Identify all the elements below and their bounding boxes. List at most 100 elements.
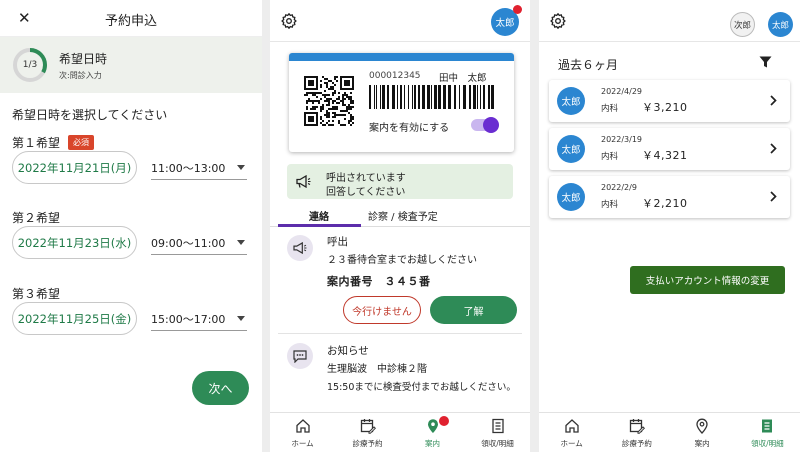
history-item[interactable]: 太郎 2022/4/29 内科 ￥3,210: [549, 80, 790, 122]
visit-date: 2022/4/29: [601, 87, 643, 96]
app-header: ✕ 予約申込: [0, 0, 262, 37]
nav-label: 診療予約: [352, 439, 383, 448]
ok-button[interactable]: 了解: [430, 296, 517, 324]
history-item[interactable]: 太郎 2022/2/9 内科 ￥2,210: [549, 176, 790, 218]
patient-card: 000012345 田中 太郎 案内を有効にする: [289, 53, 514, 152]
nav-home[interactable]: ホーム: [539, 413, 604, 452]
tab-schedule[interactable]: 診察 / 検査予定: [368, 208, 438, 223]
guidance-screen: 太郎 000012345 田中 太郎 案内を有効にする 呼出されています 回答し…: [270, 0, 530, 452]
avatar: 太郎: [557, 87, 585, 115]
preference-1: 第１希望 必須 2022年11月21日(月) 11:00～13:00: [12, 134, 257, 184]
home-icon: [564, 419, 579, 433]
history-item[interactable]: 太郎 2022/3/19 内科 ￥4,321: [549, 128, 790, 170]
nav-label: ホーム: [560, 439, 583, 448]
toggle-label: 案内を有効にする: [369, 123, 450, 134]
visit-date: 2022/3/19: [601, 135, 643, 144]
time-select[interactable]: 11:00～13:00: [151, 156, 247, 180]
nav-guide[interactable]: 案内: [400, 413, 465, 452]
department: 内科: [601, 152, 619, 162]
call-line-1: 呼出されています: [326, 173, 406, 184]
preference-label: 第２希望: [12, 211, 61, 225]
preference-label: 第１希望: [12, 136, 61, 150]
page-title: 予約申込: [104, 14, 157, 29]
app-header: 次郎 太郎: [539, 0, 800, 42]
gear-icon[interactable]: [550, 13, 566, 29]
dropdown-arrow-icon: [237, 316, 245, 321]
visit-date: 2022/2/9: [601, 183, 637, 192]
history-title: 過去６ヶ月: [558, 58, 619, 72]
nav-guide[interactable]: 案内: [670, 413, 735, 452]
time-select[interactable]: 15:00～17:00: [151, 307, 247, 331]
chevron-right-icon: [770, 191, 777, 202]
time-select[interactable]: 09:00～11:00: [151, 231, 247, 255]
nav-reservation[interactable]: 診療予約: [604, 413, 669, 452]
step-count: 1/3: [22, 60, 38, 70]
time-select-value: 15:00～17:00: [151, 312, 226, 326]
calendar-edit-icon: [629, 419, 645, 434]
avatar-primary[interactable]: 太郎: [768, 12, 793, 37]
filter-icon[interactable]: [759, 56, 772, 68]
instruction-text: 希望日時を選択してください: [12, 108, 168, 122]
next-button[interactable]: 次へ: [192, 371, 249, 405]
location-pin-icon: [696, 418, 708, 434]
barcode: [369, 85, 494, 109]
home-icon: [295, 419, 310, 433]
department: 内科: [601, 200, 619, 210]
nav-home[interactable]: ホーム: [270, 413, 335, 452]
date-picker[interactable]: 2022年11月25日(金): [12, 302, 137, 335]
tab-contact[interactable]: 連絡: [309, 208, 329, 223]
notification-dot: [513, 5, 522, 14]
nav-label: 領収/明細: [481, 439, 514, 448]
department: 内科: [601, 104, 619, 114]
payment-account-button[interactable]: 支払いアカウント情報の変更: [630, 266, 785, 294]
call-line-2: 回答してください: [326, 187, 406, 198]
reservation-screen: ✕ 予約申込 1/3 希望日時 次:問診入力 希望日時を選択してください 第１希…: [0, 0, 262, 452]
qr-code: [304, 76, 354, 126]
step-subtitle: 次:問診入力: [59, 71, 102, 80]
avatar: 太郎: [557, 183, 585, 211]
notice-title: お知らせ: [327, 345, 369, 357]
calendar-edit-icon: [360, 419, 376, 434]
date-picker[interactable]: 2022年11月23日(水): [12, 226, 137, 259]
avatar-secondary[interactable]: 次郎: [730, 12, 755, 37]
notification-dot: [438, 416, 449, 426]
avatar: 太郎: [557, 135, 585, 163]
amount: ￥3,210: [642, 101, 688, 114]
time-select-value: 09:00～11:00: [151, 236, 226, 250]
message-body: ２３番待合室までお越しください: [327, 255, 477, 266]
chevron-right-icon: [770, 95, 777, 106]
notice-line-1: 生理脳波 中診棟２階: [327, 364, 427, 375]
nav-label: ホーム: [291, 439, 314, 448]
gear-icon[interactable]: [281, 13, 297, 29]
preference-3: 第３希望 2022年11月25日(金) 15:00～17:00: [12, 285, 257, 335]
step-progress: 1/3 希望日時 次:問診入力: [0, 37, 262, 93]
guidance-toggle[interactable]: [471, 117, 499, 133]
bottom-nav: ホーム 診療予約 案内 領収/明細: [270, 412, 530, 452]
patient-name: 田中 太郎: [439, 73, 487, 84]
message-title: 呼出: [327, 236, 348, 248]
tab-bar: 連絡 診察 / 検査予定: [270, 205, 530, 227]
dropdown-arrow-icon: [237, 240, 245, 245]
amount: ￥4,321: [642, 149, 688, 162]
nav-reservation[interactable]: 診療予約: [335, 413, 400, 452]
toggle-knob: [483, 117, 499, 133]
nav-receipt[interactable]: 領収/明細: [465, 413, 530, 452]
notice-line-2: 15:50までに検査受付までお越しください。: [327, 382, 516, 393]
required-badge: 必須: [68, 135, 95, 150]
preference-label: 第３希望: [12, 287, 61, 301]
step-title: 希望日時: [59, 52, 108, 66]
active-tab-indicator: [278, 224, 361, 227]
patient-id: 000012345: [369, 71, 421, 81]
chat-icon: [287, 343, 313, 369]
nav-receipt[interactable]: 領収/明細: [735, 413, 800, 452]
divider: [278, 333, 522, 334]
date-picker[interactable]: 2022年11月21日(月): [12, 151, 137, 184]
guide-number: 案内番号 ３４５番: [327, 275, 431, 288]
app-header: 太郎: [270, 0, 530, 42]
nav-label: 案内: [694, 439, 710, 448]
nav-label: 領収/明細: [751, 439, 784, 448]
call-banner: 呼出されています 回答してください: [287, 164, 513, 199]
decline-button[interactable]: 今行けません: [343, 296, 421, 324]
megaphone-icon: [296, 175, 311, 188]
amount: ￥2,210: [642, 197, 688, 210]
